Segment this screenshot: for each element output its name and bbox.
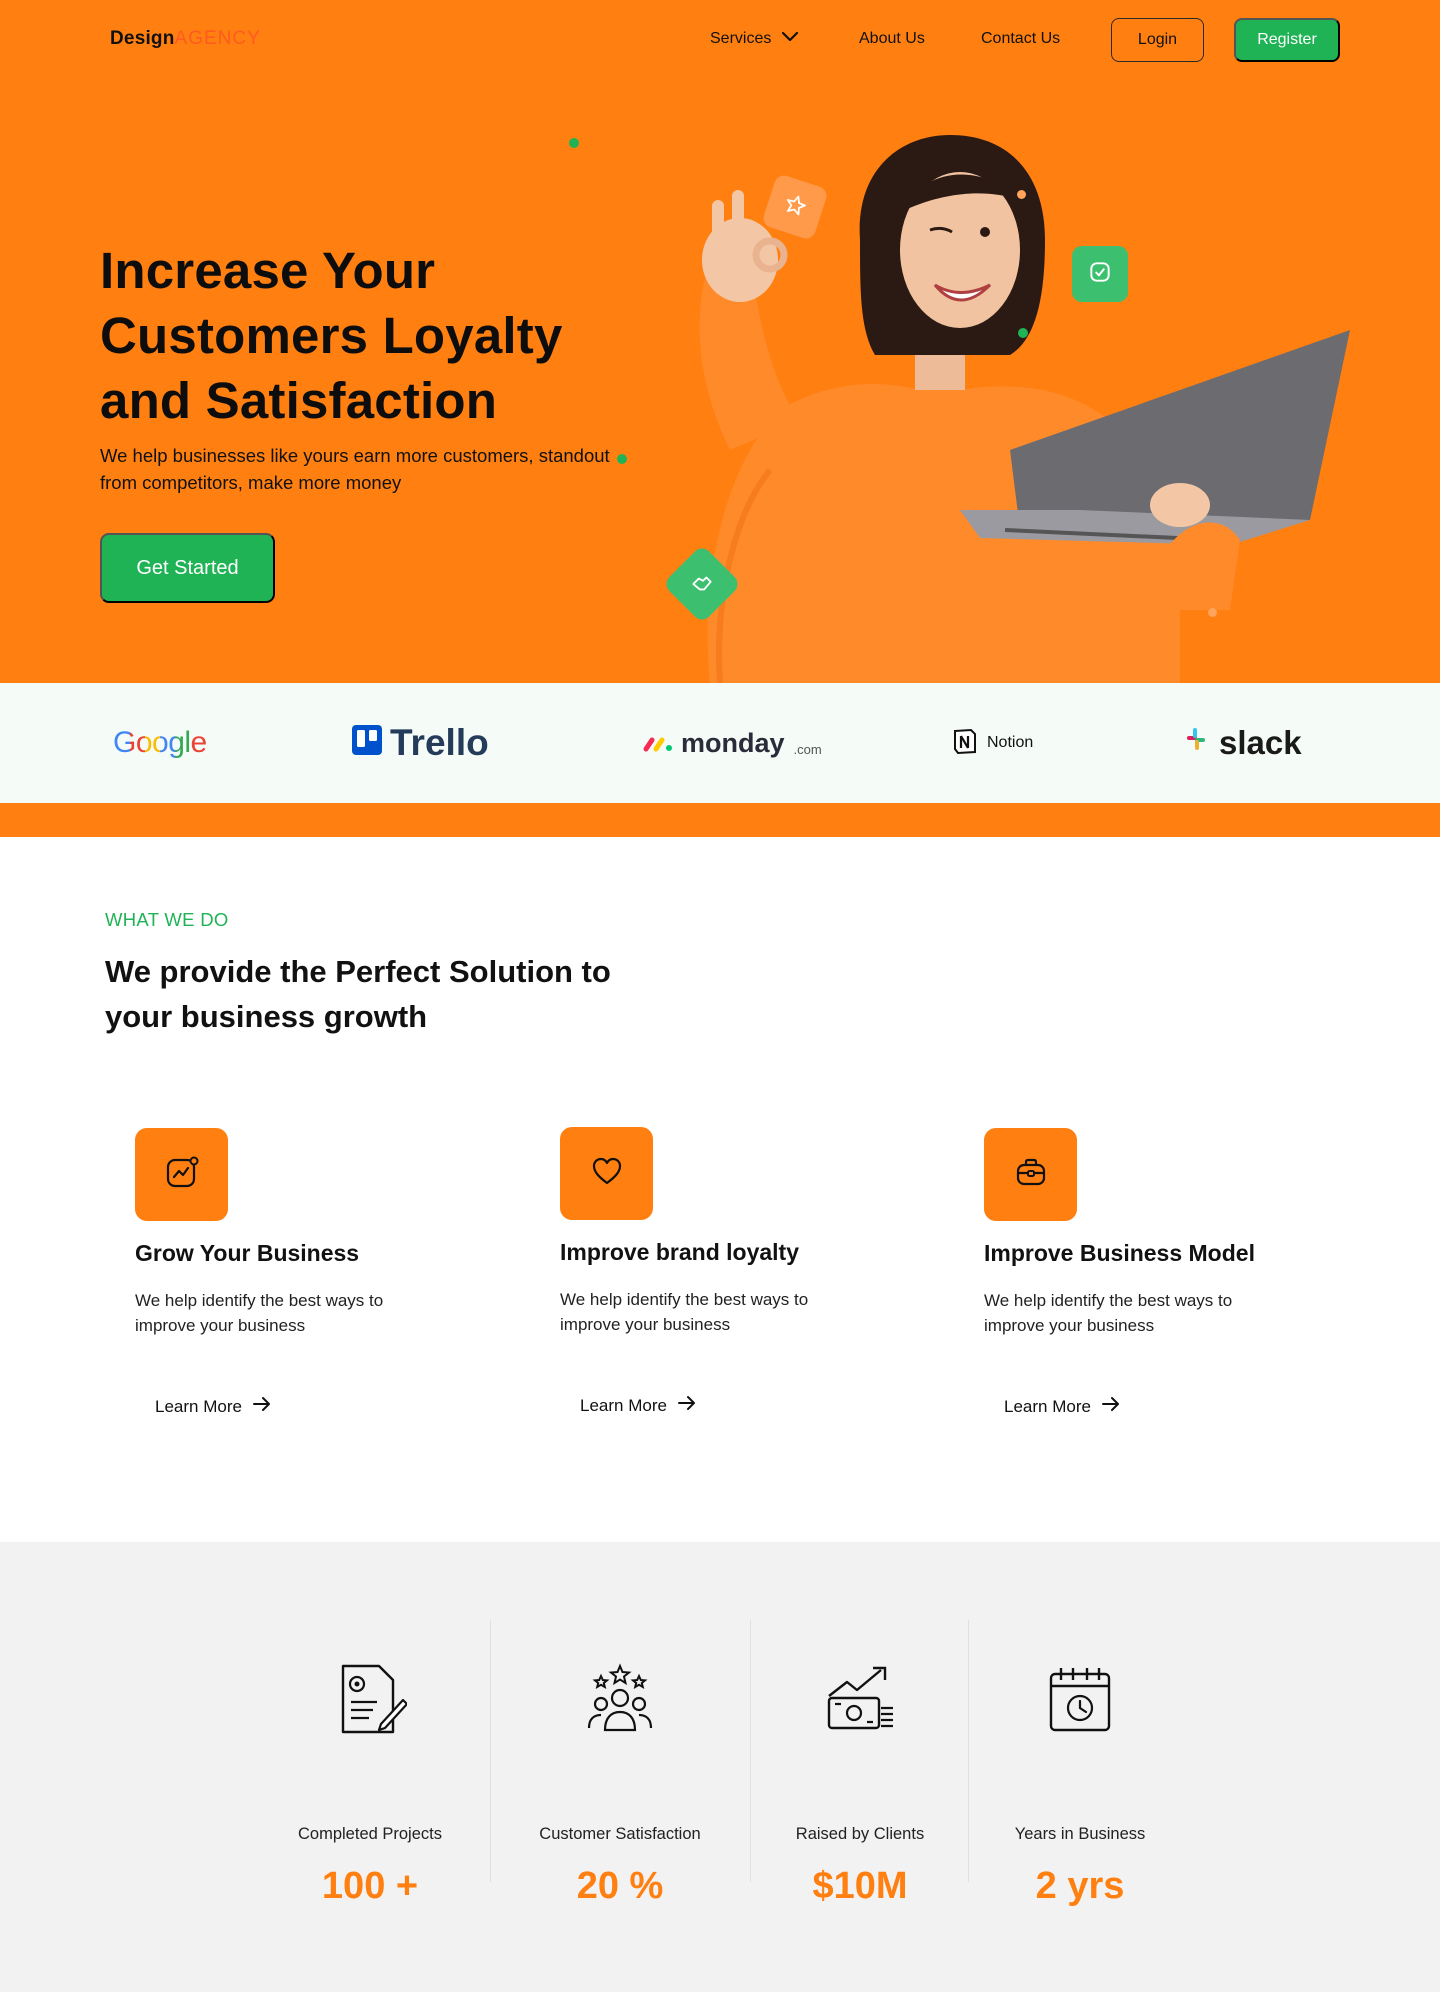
hero-illustration xyxy=(569,90,1360,683)
notion-logo: Notion xyxy=(951,683,1033,803)
service-card: Improve brand loyalty We help identify t… xyxy=(560,1127,940,1437)
card-icon-tile xyxy=(560,1127,653,1220)
handshake-badge-icon xyxy=(689,571,715,597)
notion-icon xyxy=(951,727,979,760)
stat-completed-projects: Completed Projects 100 + xyxy=(275,1620,465,1907)
service-card: Improve Business Model We help identify … xyxy=(984,1128,1364,1438)
card-title: Grow Your Business xyxy=(135,1240,360,1266)
stat-value: 100 + xyxy=(321,1865,419,1907)
arrow-right-icon xyxy=(1101,1396,1121,1417)
stat-value: 2 yrs xyxy=(1035,1865,1125,1907)
stat-value: $10M xyxy=(812,1865,908,1907)
stats-section: Completed Projects 100 + Customer Satisf… xyxy=(0,1542,1440,1992)
decor-dot xyxy=(569,138,579,148)
nav-services[interactable]: Services xyxy=(710,30,799,48)
nav-services-label: Services xyxy=(710,30,772,47)
card-title: Improve Business Model xyxy=(984,1240,1255,1266)
woman-with-laptop-image xyxy=(699,135,1350,683)
learn-more-label: Learn More xyxy=(155,1396,242,1416)
hero-title: Increase Your Customers Loyalty and Sati… xyxy=(100,242,563,429)
learn-more-link[interactable]: Learn More xyxy=(1004,1396,1121,1417)
team-stars-icon xyxy=(583,1662,657,1741)
section-eyebrow: WHAT WE DO xyxy=(105,909,229,930)
orange-divider-band xyxy=(0,803,1440,837)
stat-raised-by-clients: Raised by Clients $10M xyxy=(765,1620,955,1907)
money-growth-icon xyxy=(823,1662,897,1741)
card-description: We help identify the best ways to improv… xyxy=(560,1290,809,1334)
login-button[interactable]: Login xyxy=(1111,18,1204,62)
learn-more-label: Learn More xyxy=(580,1395,667,1415)
arrow-right-icon xyxy=(252,1396,272,1417)
monday-logo: monday .com xyxy=(643,683,822,803)
decor-dot xyxy=(1208,608,1217,617)
card-description: We help identify the best ways to improv… xyxy=(135,1291,384,1335)
monday-icon xyxy=(643,728,673,759)
main-nav: Services About Us Contact Us Login Regis… xyxy=(0,18,1440,62)
google-logo-text: Google xyxy=(113,726,207,759)
stat-divider xyxy=(750,1620,751,1882)
learn-more-label: Learn More xyxy=(1004,1396,1091,1416)
trello-logo: Trello xyxy=(352,683,489,803)
document-gear-icon xyxy=(333,1662,409,1741)
learn-more-link[interactable]: Learn More xyxy=(580,1395,697,1416)
stat-years-in-business: Years in Business 2 yrs xyxy=(985,1620,1175,1907)
section-title: We provide the Perfect Solution to your … xyxy=(105,954,611,1034)
nav-contact-us[interactable]: Contact Us xyxy=(981,30,1060,48)
slack-logo-text: slack xyxy=(1219,724,1302,761)
calendar-clock-icon xyxy=(1043,1662,1117,1741)
trello-logo-text: Trello xyxy=(390,722,489,763)
slack-icon xyxy=(1181,724,1211,762)
stat-divider xyxy=(490,1620,491,1882)
briefcase-icon xyxy=(1012,1153,1050,1196)
stat-label: Raised by Clients xyxy=(795,1825,925,1843)
stat-value: 20 % xyxy=(576,1865,664,1907)
card-title: Improve brand loyalty xyxy=(560,1239,800,1265)
check-badge-icon xyxy=(1087,259,1113,290)
growth-chart-icon xyxy=(163,1153,201,1196)
nav-about-us[interactable]: About Us xyxy=(859,30,925,48)
hero-section: DesignAGENCY Services About Us Contact U… xyxy=(0,0,1440,683)
google-logo: Google xyxy=(113,683,207,803)
floating-badge xyxy=(1072,246,1128,302)
trello-icon xyxy=(352,722,382,764)
arrow-right-icon xyxy=(677,1395,697,1416)
stat-label: Customer Satisfaction xyxy=(539,1825,701,1843)
learn-more-link[interactable]: Learn More xyxy=(155,1396,272,1417)
monday-logo-suffix: .com xyxy=(793,742,822,757)
heart-icon xyxy=(589,1153,625,1194)
slack-logo: slack xyxy=(1181,683,1302,803)
partner-logos: Google Trello monday .com Notion slack xyxy=(0,683,1440,803)
get-started-button[interactable]: Get Started xyxy=(100,533,275,603)
chevron-down-icon xyxy=(781,30,799,48)
hero-subtitle: We help businesses like yours earn more … xyxy=(100,445,610,493)
card-description: We help identify the best ways to improv… xyxy=(984,1291,1233,1335)
decor-dot xyxy=(617,454,627,464)
monday-logo-text: monday xyxy=(681,727,785,758)
register-button[interactable]: Register xyxy=(1234,18,1340,62)
notion-logo-text: Notion xyxy=(987,734,1034,751)
star-badge-icon xyxy=(779,190,811,225)
decor-dot xyxy=(1017,190,1026,199)
service-card: Grow Your Business We help identify the … xyxy=(135,1128,515,1438)
card-icon-tile xyxy=(984,1128,1077,1221)
stat-divider xyxy=(968,1620,969,1882)
stat-label: Years in Business xyxy=(1014,1825,1146,1843)
decor-dot xyxy=(1018,328,1028,338)
stat-customer-satisfaction: Customer Satisfaction 20 % xyxy=(525,1620,715,1907)
card-icon-tile xyxy=(135,1128,228,1221)
stat-label: Completed Projects xyxy=(298,1825,442,1843)
